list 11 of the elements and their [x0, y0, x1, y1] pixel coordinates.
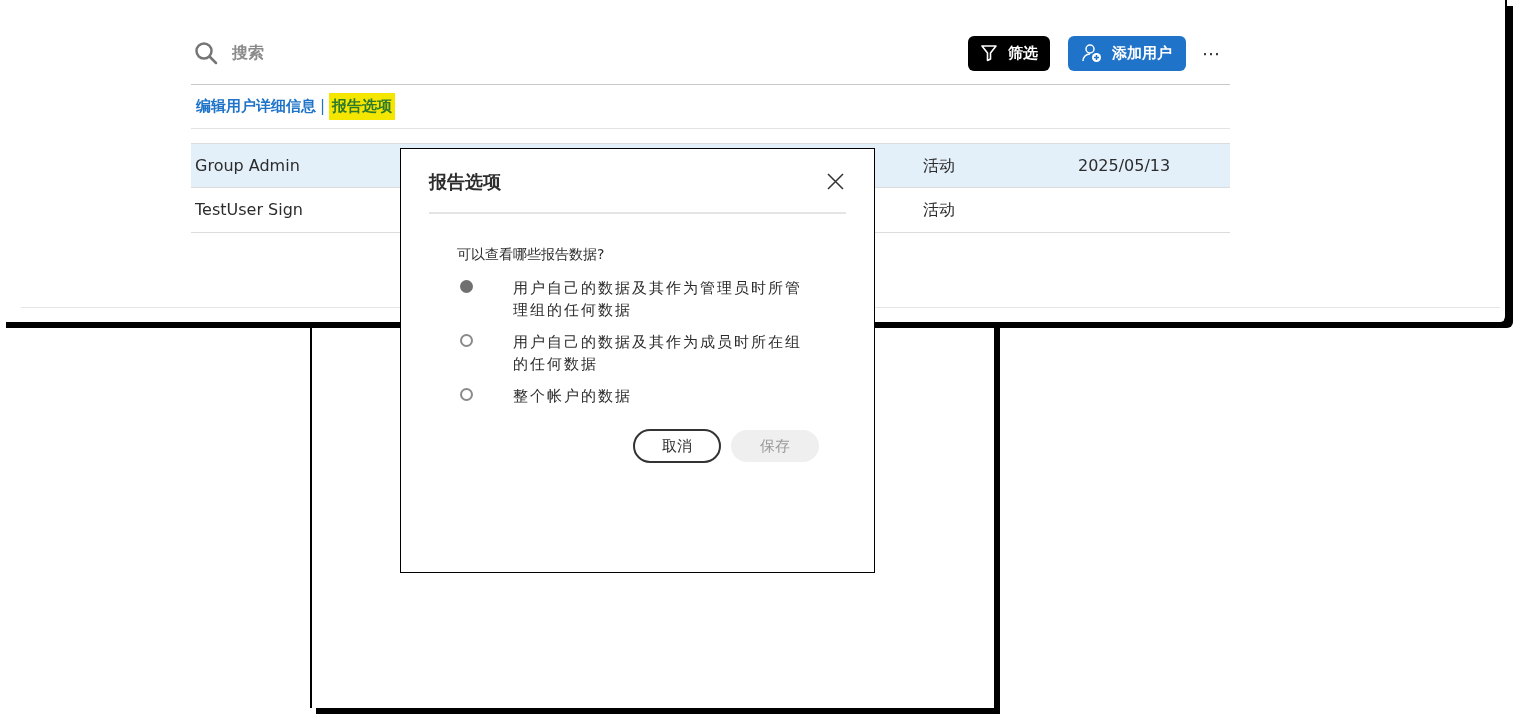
- option-label: 整个帐户的数据: [513, 386, 633, 407]
- dialog-title: 报告选项: [429, 169, 501, 194]
- table-cell-text: 活动: [923, 154, 956, 177]
- link-separator: |: [320, 96, 326, 118]
- table-cell-text: Group Admin: [195, 154, 301, 177]
- option-label: 用户自己的数据及其作为管理员时所管理组的任何数据: [513, 278, 803, 321]
- table-cell-text: 活动: [923, 199, 956, 221]
- table-cell-text: 2025/05/13: [1078, 154, 1171, 177]
- option-label: 用户自己的数据及其作为成员时所在组的任何数据: [513, 332, 803, 375]
- question-text: 可以查看哪些报告数据?: [457, 245, 606, 264]
- table-cell-text: TestUser Sign: [195, 199, 304, 221]
